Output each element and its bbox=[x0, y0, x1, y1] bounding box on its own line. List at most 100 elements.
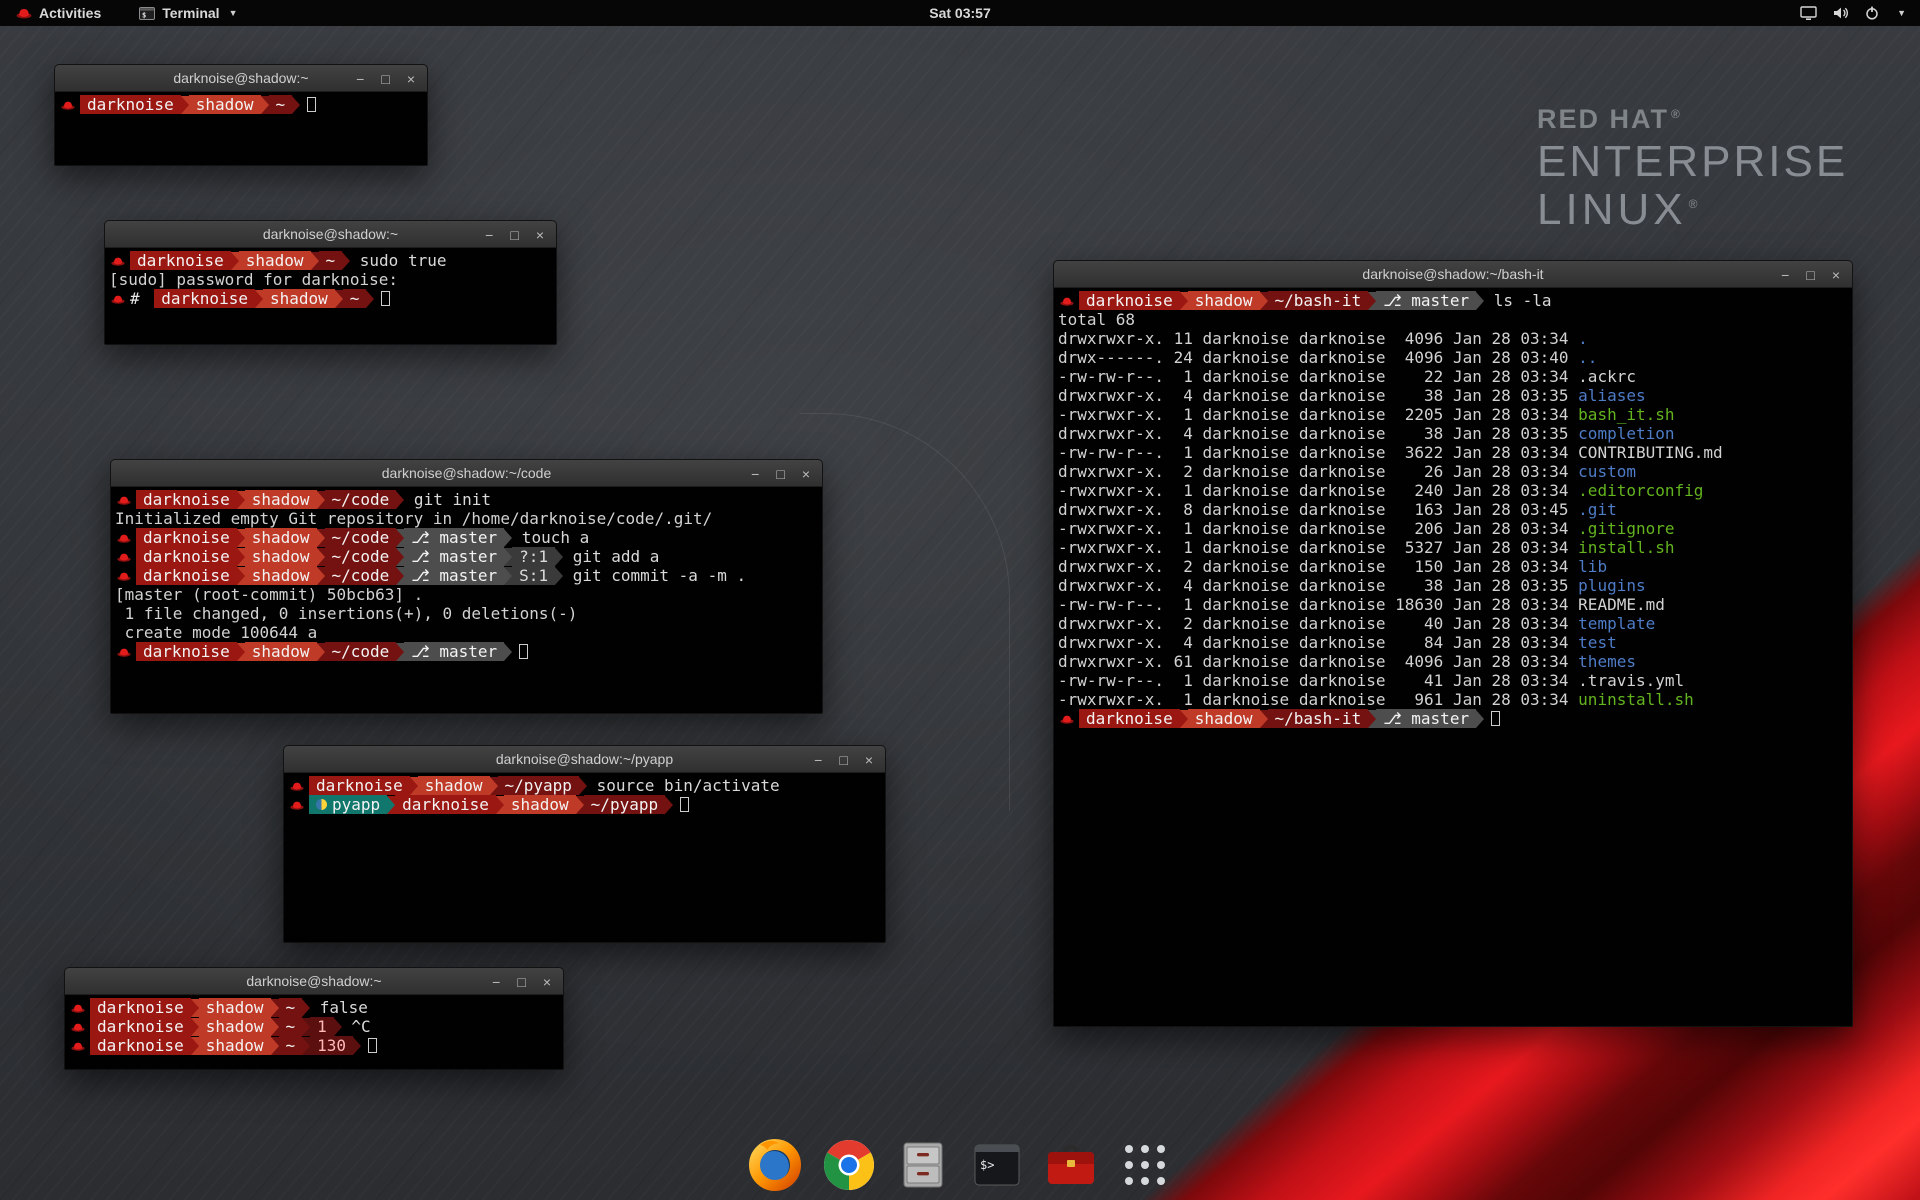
app-grid-icon[interactable] bbox=[1116, 1136, 1174, 1194]
activities-button[interactable]: Activities bbox=[10, 0, 107, 26]
window-titlebar[interactable]: darknoise@shadow:~/bash-it − □ × bbox=[1054, 261, 1852, 288]
window-title: darknoise@shadow:~/pyapp bbox=[496, 751, 673, 767]
python-icon bbox=[316, 799, 327, 810]
minimize-button[interactable]: − bbox=[751, 467, 759, 481]
terminal-window-sudo[interactable]: darknoise@shadow:~ − □ × darknoiseshadow… bbox=[104, 220, 557, 345]
terminal-window-bash-it[interactable]: darknoise@shadow:~/bash-it − □ × darknoi… bbox=[1053, 260, 1853, 1027]
terminal-line: total 68 bbox=[1058, 310, 1849, 329]
terminal-line: drwxrwxr-x. 4 darknoise darknoise 38 Jan… bbox=[1058, 424, 1849, 443]
redhat-prompt-icon bbox=[117, 495, 131, 505]
minimize-button[interactable]: − bbox=[485, 228, 493, 242]
toolbox-icon[interactable] bbox=[1042, 1136, 1100, 1194]
output-text: 1 file changed, 0 insertions(+), 0 delet… bbox=[115, 604, 577, 623]
command-text: git commit -a -m . bbox=[563, 566, 746, 585]
powerline-arrow bbox=[396, 643, 404, 661]
ls-entry-name: themes bbox=[1578, 652, 1636, 671]
terminal-line: darknoiseshadow~/code⎇ master bbox=[115, 642, 819, 661]
prompt-segment-user: darknoise bbox=[90, 998, 191, 1017]
powerline-arrow bbox=[317, 491, 325, 509]
terminal-line: darknoiseshadow~/pyapp source bin/activa… bbox=[288, 776, 882, 795]
maximize-button[interactable]: □ bbox=[1806, 268, 1814, 282]
terminal-line: darknoiseshadow~/bash-it⎇ master bbox=[1058, 709, 1849, 728]
ls-entry-name: .gitignore bbox=[1578, 519, 1674, 538]
ls-entry-meta: drwxrwxr-x. 11 darknoise darknoise 4096 … bbox=[1058, 329, 1578, 348]
window-titlebar[interactable]: darknoise@shadow:~ − □ × bbox=[105, 221, 556, 248]
chrome-icon[interactable] bbox=[820, 1136, 878, 1194]
clock[interactable]: Sat 03:57 bbox=[0, 5, 1920, 21]
prompt-segment-user: darknoise bbox=[130, 251, 231, 270]
close-button[interactable]: × bbox=[543, 975, 551, 989]
prompt-segment-count: ?:1 bbox=[512, 547, 555, 566]
ls-entry-name: .git bbox=[1578, 500, 1617, 519]
ls-entry-name: .travis.yml bbox=[1578, 671, 1684, 690]
terminal-body[interactable]: darknoiseshadow~ falsedarknoiseshadow~1 … bbox=[65, 995, 563, 1055]
terminal-body[interactable]: darknoiseshadow~/bash-it⎇ master ls -lat… bbox=[1054, 288, 1852, 728]
redhat-prompt-icon bbox=[290, 800, 304, 810]
svg-text:$: $ bbox=[142, 11, 146, 19]
system-status-area[interactable]: ▼ bbox=[1800, 6, 1920, 21]
terminal-window-code[interactable]: darknoise@shadow:~/code − □ × darknoises… bbox=[110, 459, 823, 714]
terminal-body[interactable]: darknoiseshadow~/pyapp source bin/activa… bbox=[284, 773, 885, 814]
output-text: Initialized empty Git repository in /hom… bbox=[115, 509, 712, 528]
powerline-arrow bbox=[387, 796, 395, 814]
prompt-segment-user: darknoise bbox=[136, 490, 237, 509]
redhat-prompt-icon bbox=[1060, 296, 1074, 306]
terminal-window-exit-codes[interactable]: darknoise@shadow:~ − □ × darknoise shadow… bbox=[64, 967, 564, 1070]
close-button[interactable]: × bbox=[865, 753, 873, 767]
ls-entry-meta: -rwxrwxr-x. 1 darknoise darknoise 206 Ja… bbox=[1058, 519, 1578, 538]
powerline-arrow bbox=[237, 548, 245, 566]
minimize-button[interactable]: − bbox=[492, 975, 500, 989]
terminal-line: drwxrwxr-x. 2 darknoise darknoise 26 Jan… bbox=[1058, 462, 1849, 481]
terminal-cursor bbox=[519, 644, 528, 659]
close-button[interactable]: × bbox=[802, 467, 810, 481]
display-icon bbox=[1800, 6, 1817, 21]
terminal-body[interactable]: darknoiseshadow~/code git initInitialize… bbox=[111, 487, 822, 661]
minimize-button[interactable]: − bbox=[1781, 268, 1789, 282]
maximize-button[interactable]: □ bbox=[381, 72, 389, 86]
prompt-segment-path: ~ bbox=[343, 289, 367, 308]
ls-entry-name: lib bbox=[1578, 557, 1607, 576]
prompt-segment-host: shadow bbox=[504, 795, 576, 814]
chevron-down-icon: ▼ bbox=[229, 8, 238, 18]
prompt-segment-host: shadow bbox=[418, 776, 490, 795]
firefox-icon[interactable] bbox=[746, 1136, 804, 1194]
prompt-segment-host: shadow bbox=[199, 1017, 271, 1036]
window-titlebar[interactable]: darknoise@shadow:~ − □ × bbox=[55, 65, 427, 92]
command-text: false bbox=[310, 998, 368, 1017]
terminal-window-home-1[interactable]: darknoise@shadow:~ − □ × darknoiseshadow… bbox=[54, 64, 428, 166]
terminal-line: darknoiseshadow~/bash-it⎇ master ls -la bbox=[1058, 291, 1849, 310]
ls-entry-name: .. bbox=[1578, 348, 1597, 367]
app-menu-terminal[interactable]: $ Terminal ▼ bbox=[133, 0, 243, 26]
close-button[interactable]: × bbox=[536, 228, 544, 242]
terminal-line: -rw-rw-r--. 1 darknoise darknoise 3622 J… bbox=[1058, 443, 1849, 462]
maximize-button[interactable]: □ bbox=[517, 975, 525, 989]
window-titlebar[interactable]: darknoise@shadow:~/code − □ × bbox=[111, 460, 822, 487]
prompt-segment-path: ~ bbox=[279, 1036, 303, 1055]
ls-entry-meta: -rw-rw-r--. 1 darknoise darknoise 41 Jan… bbox=[1058, 671, 1578, 690]
redhat-prompt-icon bbox=[117, 533, 131, 543]
files-icon[interactable] bbox=[894, 1136, 952, 1194]
powerline-arrow bbox=[191, 1037, 199, 1055]
window-title: darknoise@shadow:~/bash-it bbox=[1362, 266, 1543, 282]
close-button[interactable]: × bbox=[407, 72, 415, 86]
powerline-arrow bbox=[317, 643, 325, 661]
maximize-button[interactable]: □ bbox=[839, 753, 847, 767]
maximize-button[interactable]: □ bbox=[510, 228, 518, 242]
minimize-button[interactable]: − bbox=[356, 72, 364, 86]
maximize-button[interactable]: □ bbox=[776, 467, 784, 481]
close-button[interactable]: × bbox=[1832, 268, 1840, 282]
window-titlebar[interactable]: darknoise@shadow:~/pyapp − □ × bbox=[284, 746, 885, 773]
prompt-segment-count: S:1 bbox=[512, 566, 555, 585]
powerline-arrow bbox=[342, 252, 350, 270]
terminal-body[interactable]: darknoiseshadow~ sudo true[sudo] passwor… bbox=[105, 248, 556, 308]
terminal-window-pyapp[interactable]: darknoise@shadow:~/pyapp − □ × darknoise… bbox=[283, 745, 886, 943]
terminal-body[interactable]: darknoiseshadow~ bbox=[55, 92, 427, 114]
prompt-segment-user: darknoise bbox=[90, 1017, 191, 1036]
terminal-dock-icon[interactable]: $> bbox=[968, 1136, 1026, 1194]
ls-entry-meta: drwxrwxr-x. 4 darknoise darknoise 38 Jan… bbox=[1058, 386, 1578, 405]
minimize-button[interactable]: − bbox=[814, 753, 822, 767]
window-titlebar[interactable]: darknoise@shadow:~ − □ × bbox=[65, 968, 563, 995]
redhat-prompt-icon bbox=[111, 294, 125, 304]
app-menu-label: Terminal bbox=[162, 5, 219, 21]
volume-icon bbox=[1833, 6, 1849, 20]
